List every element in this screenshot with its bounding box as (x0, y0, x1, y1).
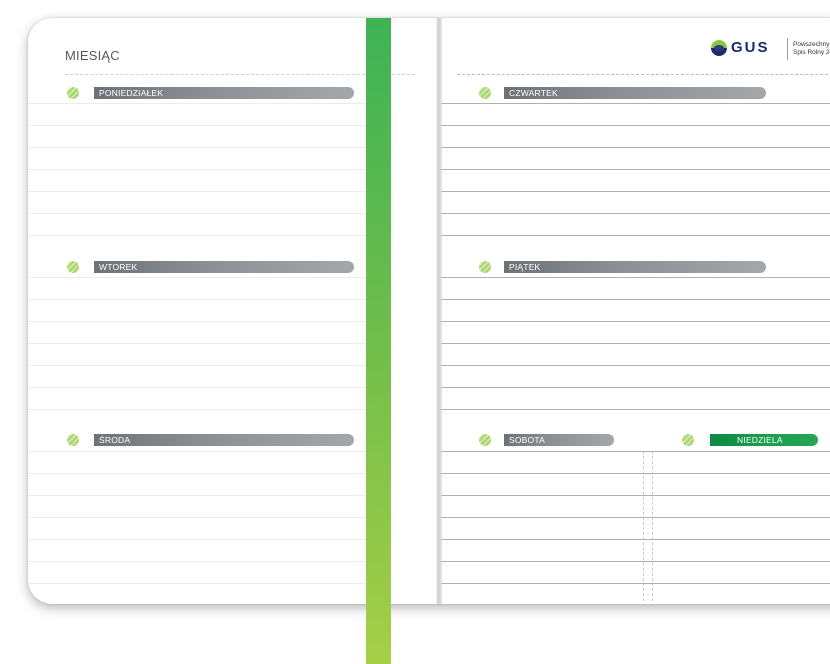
writing-line (441, 539, 830, 540)
writing-line (441, 191, 830, 192)
writing-line (441, 495, 830, 496)
writing-line (441, 365, 830, 366)
writing-line (28, 409, 378, 410)
writing-line (28, 321, 378, 322)
day-header-sunday: NIEDZIELA (710, 434, 818, 446)
writing-line (441, 409, 830, 410)
dot-icon (67, 434, 79, 446)
right-page: CZWARTEK PIĄTEK SOBOTA NIEDZIELA (441, 18, 830, 604)
writing-line (28, 169, 378, 170)
writing-line (441, 169, 830, 170)
writing-line (28, 387, 378, 388)
day-header-tuesday: WTOREK (94, 261, 354, 273)
writing-line (28, 147, 378, 148)
writing-line (441, 277, 830, 278)
writing-line (28, 517, 378, 518)
dot-icon (479, 434, 491, 446)
writing-line (28, 473, 378, 474)
logo-tagline-line2: Spis Rolny 2020 (793, 49, 830, 56)
day-header-friday: PIĄTEK (504, 261, 766, 273)
writing-line (441, 517, 830, 518)
title-rule (65, 74, 415, 75)
bookmark-ribbon (366, 18, 391, 664)
month-title: MIESIĄC (65, 48, 120, 63)
logo-separator (787, 38, 788, 60)
day-label: PONIEDZIAŁEK (99, 88, 164, 98)
writing-line (28, 191, 378, 192)
dot-icon (67, 261, 79, 273)
writing-line (28, 495, 378, 496)
writing-line (441, 561, 830, 562)
day-header-saturday: SOBOTA (504, 434, 614, 446)
writing-line (441, 103, 830, 104)
dot-icon (682, 434, 694, 446)
writing-line (28, 235, 378, 236)
writing-line (441, 451, 830, 452)
writing-line (441, 343, 830, 344)
writing-line (441, 147, 830, 148)
writing-line (441, 235, 830, 236)
writing-line (441, 583, 830, 584)
writing-line (28, 539, 378, 540)
day-header-wednesday: ŚRODA (94, 434, 354, 446)
gus-emblem-icon (711, 40, 727, 56)
day-label: WTOREK (99, 262, 138, 272)
writing-line (28, 103, 378, 104)
writing-line (441, 299, 830, 300)
planner-spread: MIESIĄC PONIEDZIAŁEK WTOREK ŚRODA CZWART… (28, 18, 830, 604)
logo-tagline-line1: Powszechny (793, 41, 830, 48)
day-label: SOBOTA (509, 435, 545, 445)
dot-icon (479, 87, 491, 99)
writing-line (441, 321, 830, 322)
writing-line (441, 213, 830, 214)
day-label: CZWARTEK (509, 88, 558, 98)
day-header-monday: PONIEDZIAŁEK (94, 87, 354, 99)
writing-line (28, 451, 378, 452)
gus-wordmark: GUS (731, 39, 770, 56)
writing-line (28, 561, 378, 562)
writing-line (441, 387, 830, 388)
logo-tagline: Powszechny Spis Rolny 2020 (793, 41, 830, 57)
day-label: ŚRODA (99, 435, 131, 445)
writing-line (28, 277, 378, 278)
writing-line (28, 343, 378, 344)
dot-icon (67, 87, 79, 99)
writing-line (28, 365, 378, 366)
writing-line (28, 213, 378, 214)
writing-line (28, 125, 378, 126)
day-header-thursday: CZWARTEK (504, 87, 766, 99)
writing-line (441, 125, 830, 126)
dot-icon (479, 261, 491, 273)
writing-line (441, 473, 830, 474)
header-rule (457, 74, 830, 75)
writing-line (28, 299, 378, 300)
day-label: NIEDZIELA (737, 435, 783, 445)
day-label: PIĄTEK (509, 262, 541, 272)
writing-line (28, 583, 378, 584)
